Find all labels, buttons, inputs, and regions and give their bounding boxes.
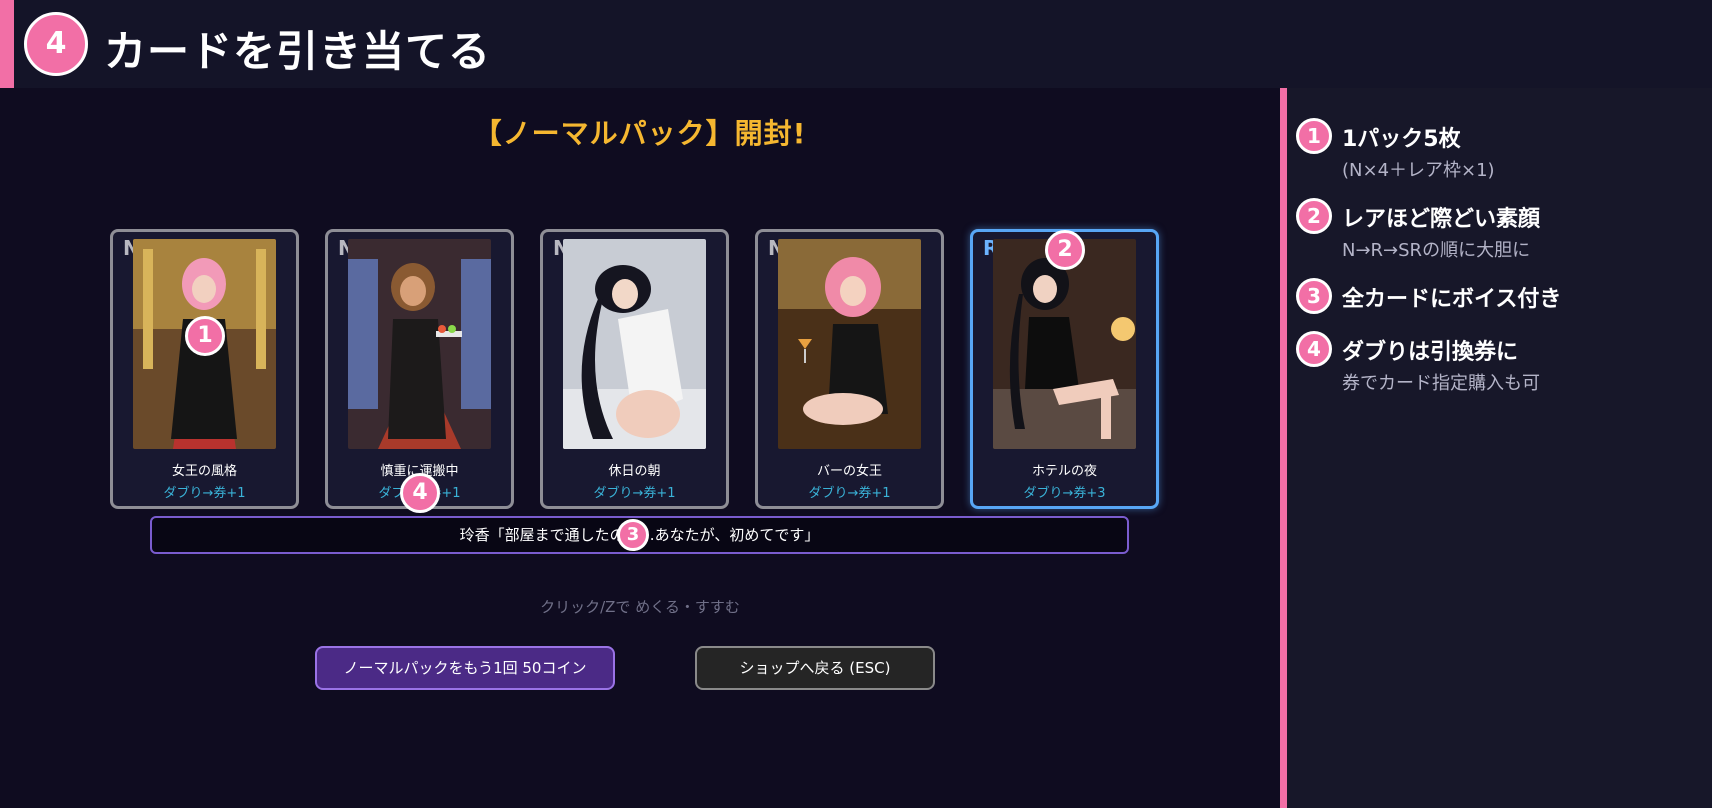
buy-again-button[interactable]: ノーマルパックをもう1回 50コイン	[315, 646, 615, 690]
callout-marker-1: 1	[185, 316, 225, 356]
card-1[interactable]: N 女王の風格 ダブり→券+1	[110, 229, 299, 509]
feature-number-badge: 1	[1296, 118, 1332, 154]
card-illustration	[993, 239, 1136, 449]
feature-number-badge: 4	[1296, 331, 1332, 367]
card-name: 休日の朝	[608, 464, 661, 479]
card-5[interactable]: R ホテルの夜 ダブり→券+3	[970, 229, 1159, 509]
feature-title: ダブりは引換券に	[1342, 340, 1519, 365]
card-4[interactable]: N バーの女王 ダブり→券+1	[755, 229, 944, 509]
header-accent-bar	[0, 0, 14, 88]
card-duplicate-bonus: ダブり→券+1	[808, 486, 891, 501]
card-illustration	[563, 239, 706, 449]
card-name: 女王の風格	[171, 464, 237, 479]
feature-subtitle: 券でカード指定購入も可	[1342, 373, 1540, 394]
gacha-screen: 【ノーマルパック】開封! N 女王の風格 ダブり→券+1 N 慎重に運搬中 N …	[0, 88, 1280, 808]
callout-marker-2: 2	[1045, 230, 1085, 270]
callout-marker-4: 4	[400, 473, 440, 513]
card-name: ホテルの夜	[1031, 464, 1097, 479]
card-2[interactable]: N 慎重に運搬中 ダブり→券+1	[325, 229, 514, 509]
card-illustration	[348, 239, 491, 449]
feature-number-badge: 3	[1296, 278, 1332, 314]
feature-number-badge: 2	[1296, 198, 1332, 234]
feature-title: 1パック5枚	[1342, 127, 1461, 152]
card-duplicate-bonus: ダブり→券+1	[163, 486, 246, 501]
pack-title: 【ノーマルパック】開封!	[473, 117, 807, 150]
card-3[interactable]: N 休日の朝 ダブり→券+1	[540, 229, 729, 509]
panel-accent-bar	[1280, 88, 1287, 808]
feature-subtitle: N→R→SRの順に大胆に	[1342, 240, 1531, 261]
page-title: カードを引き当てる	[104, 27, 492, 76]
page-header: 4 カードを引き当てる	[0, 0, 1712, 88]
feature-subtitle: (N×4＋レア枠×1)	[1342, 160, 1495, 181]
card-illustration	[778, 239, 921, 449]
callout-marker-3: 3	[617, 519, 649, 551]
card-duplicate-bonus: ダブり→券+3	[1023, 486, 1106, 501]
back-to-shop-button[interactable]: ショップへ戻る (ESC)	[695, 646, 935, 690]
feature-panel: 1 1パック5枚 (N×4＋レア枠×1) 2 レアほど際どい素顔 N→R→SRの…	[1280, 88, 1712, 808]
step-number-badge: 4	[24, 12, 88, 76]
feature-title: レアほど際どい素顔	[1342, 207, 1541, 232]
card-name: バーの女王	[816, 464, 882, 479]
card-duplicate-bonus: ダブり→券+1	[593, 486, 676, 501]
feature-title: 全カードにボイス付き	[1342, 287, 1562, 312]
controls-hint: クリック/Zで めくる・すすむ	[540, 598, 740, 616]
